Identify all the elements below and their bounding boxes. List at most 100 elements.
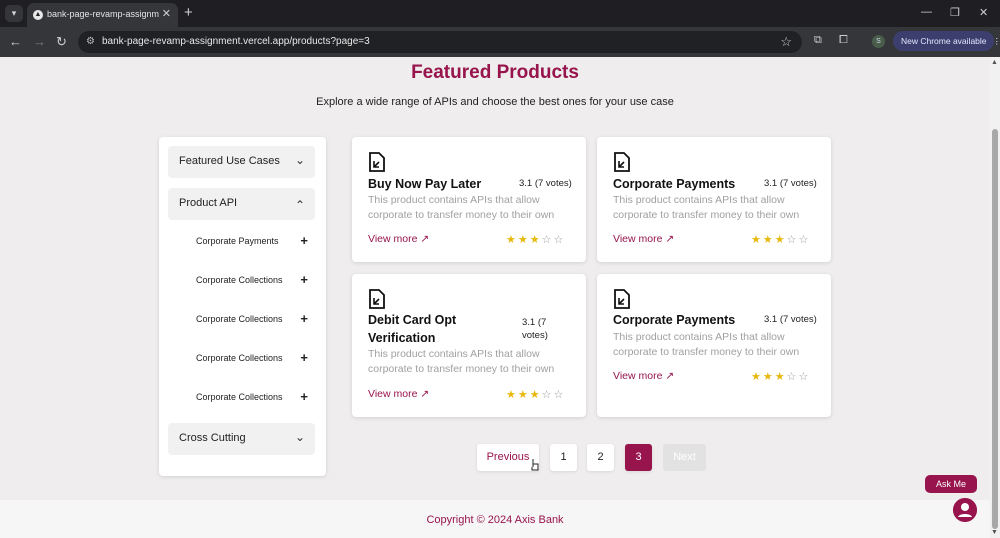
product-title: Debit Card Opt Verification [368, 313, 457, 345]
scroll-up-icon[interactable]: ▲ [991, 59, 998, 66]
hand-cursor-icon [531, 459, 539, 471]
plus-icon[interactable]: + [300, 350, 308, 365]
vercel-favicon-icon: ▲ [33, 10, 43, 20]
sidebar-item-label: Corporate Collections [196, 275, 283, 285]
reload-icon[interactable]: ↻ [56, 34, 67, 50]
star-filled-icon: ★ [762, 371, 775, 383]
profile-avatar[interactable]: S [872, 35, 885, 48]
browser-tab[interactable]: ▲ bank-page-revamp-assignment ✕ [27, 3, 178, 27]
plus-icon[interactable]: + [300, 272, 308, 287]
view-more-link[interactable]: View more ↗ [368, 233, 429, 245]
user-avatar-icon[interactable] [953, 498, 977, 522]
star-empty-icon: ☆ [798, 234, 811, 246]
accordion-cross-cutting[interactable]: Cross Cutting ⌄ [168, 423, 315, 455]
sidebar-item-corporate-collections[interactable]: Corporate Collections + [196, 350, 308, 369]
new-tab-icon[interactable]: + [184, 4, 193, 21]
page-1-button[interactable]: 1 [550, 444, 577, 471]
accordion-label: Featured Use Cases [179, 155, 280, 167]
star-empty-icon: ☆ [786, 371, 799, 383]
chevron-up-icon: ⌃ [294, 198, 305, 212]
address-bar[interactable]: ⚙ bank-page-revamp-assignment.vercel.app… [78, 31, 802, 53]
kebab-menu-icon[interactable]: ⋮ [993, 36, 1000, 46]
accordion-label: Product API [179, 197, 238, 209]
window-close-icon[interactable]: ✕ [979, 6, 988, 19]
arrow-up-right-icon: ↗ [420, 388, 430, 400]
chrome-update-label: New Chrome available [901, 36, 987, 46]
page-scrollbar[interactable]: ▲ ▼ [990, 57, 1000, 538]
tab-title: bank-page-revamp-assignment [47, 9, 159, 19]
page-subtitle: Explore a wide range of APIs and choose … [316, 96, 674, 108]
forward-icon[interactable]: → [33, 34, 46, 49]
product-card: Debit Card Opt Verification 3.1 (7 votes… [352, 274, 586, 417]
view-more-link[interactable]: View more ↗ [613, 233, 674, 245]
sidebar-item-label: Corporate Collections [196, 314, 283, 324]
document-icon [369, 152, 385, 172]
product-title: Corporate Payments [613, 313, 736, 327]
star-rating: ★★★☆☆ [751, 233, 810, 246]
view-more-label: View more [368, 233, 418, 245]
star-filled-icon: ★ [529, 234, 542, 246]
sidebar-item-label: Corporate Collections [196, 392, 283, 402]
star-empty-icon: ☆ [786, 234, 799, 246]
minimize-icon[interactable]: — [921, 6, 932, 18]
star-filled-icon: ★ [517, 389, 530, 401]
star-filled-icon: ★ [517, 234, 530, 246]
url-text: bank-page-revamp-assignment.vercel.app/p… [102, 36, 370, 47]
ask-me-button[interactable]: Ask Me [925, 475, 977, 493]
view-more-link[interactable]: View more ↗ [368, 388, 429, 400]
page-3-button[interactable]: 3 [625, 444, 652, 471]
next-page-button[interactable]: Next [663, 444, 706, 471]
accordion-featured-use-cases[interactable]: Featured Use Cases ⌄ [168, 146, 315, 178]
star-empty-icon: ☆ [541, 234, 554, 246]
star-rating: ★★★☆☆ [506, 233, 565, 246]
sidebar-item-label: Corporate Payments [196, 236, 279, 246]
category-sidebar: Featured Use Cases ⌄ Product API ⌃ Corpo… [159, 137, 326, 476]
star-empty-icon: ☆ [798, 371, 811, 383]
view-more-label: View more [368, 388, 418, 400]
browser-tab-bar: ▾ ▲ bank-page-revamp-assignment ✕ + — ❐ … [0, 0, 1000, 27]
site-info-icon[interactable]: ⚙ [86, 36, 98, 48]
accordion-product-api[interactable]: Product API ⌃ [168, 188, 315, 220]
restore-icon[interactable]: ❐ [950, 6, 960, 19]
product-title: Corporate Payments [613, 177, 736, 191]
view-more-label: View more [613, 370, 663, 382]
tab-groups-icon[interactable]: ⧉ [814, 34, 822, 47]
sidebar-item-label: Corporate Collections [196, 353, 283, 363]
scroll-thumb[interactable] [992, 129, 998, 529]
star-filled-icon: ★ [762, 234, 775, 246]
scroll-down-icon[interactable]: ▼ [991, 529, 998, 536]
sidebar-item-corporate-payments[interactable]: Corporate Payments + [196, 233, 308, 252]
plus-icon[interactable]: + [300, 389, 308, 404]
chevron-down-icon: ⌄ [294, 430, 305, 444]
extensions-icon[interactable]: ⧠ [839, 34, 848, 47]
page-footer: Copyright © 2024 Axis Bank [0, 500, 990, 538]
product-description: This product contains APIs that allow co… [368, 194, 555, 221]
arrow-up-right-icon: ↗ [420, 233, 430, 245]
star-empty-icon: ☆ [553, 234, 566, 246]
sidebar-item-corporate-collections[interactable]: Corporate Collections + [196, 311, 308, 330]
page-title: Featured Products [411, 62, 579, 83]
star-empty-icon: ☆ [553, 389, 566, 401]
star-filled-icon: ★ [751, 371, 763, 383]
page-2-button[interactable]: 2 [587, 444, 614, 471]
plus-icon[interactable]: + [300, 233, 308, 248]
star-filled-icon: ★ [506, 389, 518, 401]
star-filled-icon: ★ [774, 234, 787, 246]
document-icon [369, 289, 385, 309]
plus-icon[interactable]: + [300, 311, 308, 326]
tab-search-icon[interactable]: ▾ [5, 5, 23, 22]
copyright-text: Copyright © 2024 Axis Bank [426, 514, 564, 526]
bookmark-star-icon[interactable]: ☆ [780, 34, 792, 50]
browser-toolbar: ← → ↻ ⚙ bank-page-revamp-assignment.verc… [0, 27, 1000, 57]
sidebar-item-corporate-collections[interactable]: Corporate Collections + [196, 389, 308, 408]
tab-close-icon[interactable]: ✕ [162, 7, 171, 20]
document-icon [614, 152, 630, 172]
back-icon[interactable]: ← [9, 34, 22, 49]
star-filled-icon: ★ [506, 234, 518, 246]
product-card: Corporate Payments 3.1 (7 votes) This pr… [597, 274, 831, 417]
view-more-link[interactable]: View more ↗ [613, 370, 674, 382]
star-filled-icon: ★ [529, 389, 542, 401]
star-filled-icon: ★ [774, 371, 787, 383]
chrome-update-button[interactable]: New Chrome available ⋮ [893, 31, 1000, 51]
sidebar-item-corporate-collections[interactable]: Corporate Collections + [196, 272, 308, 291]
